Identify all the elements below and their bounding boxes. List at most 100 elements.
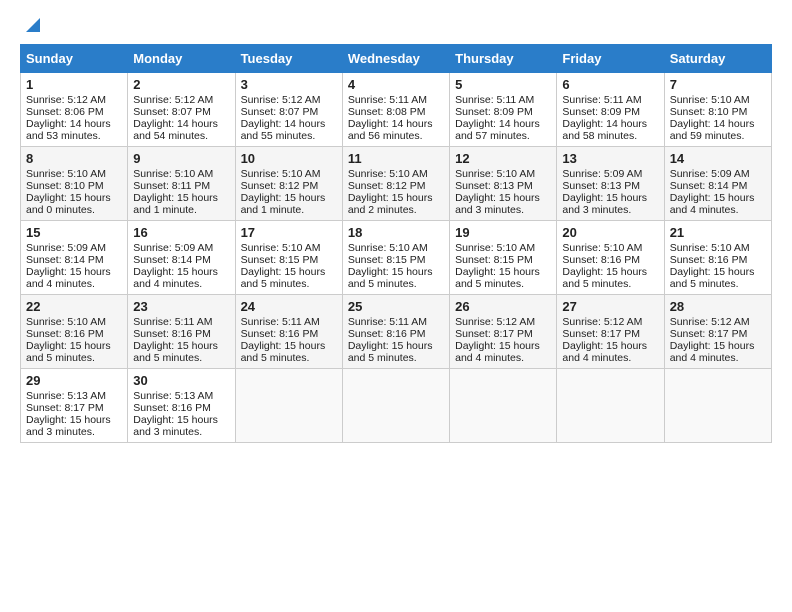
sunset-label: Sunset: 8:15 PM <box>455 254 533 266</box>
daylight-label: Daylight: 15 hours and 5 minutes. <box>26 340 111 364</box>
sunset-label: Sunset: 8:16 PM <box>562 254 640 266</box>
calendar-cell: 22 Sunrise: 5:10 AM Sunset: 8:16 PM Dayl… <box>21 295 128 369</box>
daylight-label: Daylight: 15 hours and 5 minutes. <box>348 340 433 364</box>
daylight-label: Daylight: 15 hours and 5 minutes. <box>133 340 218 364</box>
day-number: 5 <box>455 77 551 92</box>
calendar-cell: 17 Sunrise: 5:10 AM Sunset: 8:15 PM Dayl… <box>235 221 342 295</box>
sunset-label: Sunset: 8:14 PM <box>670 180 748 192</box>
sunset-label: Sunset: 8:08 PM <box>348 106 426 118</box>
calendar-cell: 12 Sunrise: 5:10 AM Sunset: 8:13 PM Dayl… <box>450 147 557 221</box>
col-header-tuesday: Tuesday <box>235 45 342 73</box>
sunrise-label: Sunrise: 5:12 AM <box>26 94 106 106</box>
calendar-cell: 29 Sunrise: 5:13 AM Sunset: 8:17 PM Dayl… <box>21 369 128 443</box>
daylight-label: Daylight: 15 hours and 4 minutes. <box>670 192 755 216</box>
calendar-cell: 24 Sunrise: 5:11 AM Sunset: 8:16 PM Dayl… <box>235 295 342 369</box>
sunset-label: Sunset: 8:15 PM <box>241 254 319 266</box>
day-number: 22 <box>26 299 122 314</box>
calendar-cell: 1 Sunrise: 5:12 AM Sunset: 8:06 PM Dayli… <box>21 73 128 147</box>
calendar-cell <box>557 369 664 443</box>
calendar-cell: 5 Sunrise: 5:11 AM Sunset: 8:09 PM Dayli… <box>450 73 557 147</box>
daylight-label: Daylight: 14 hours and 59 minutes. <box>670 118 755 142</box>
calendar-cell: 19 Sunrise: 5:10 AM Sunset: 8:15 PM Dayl… <box>450 221 557 295</box>
daylight-label: Daylight: 15 hours and 4 minutes. <box>670 340 755 364</box>
sunset-label: Sunset: 8:16 PM <box>133 328 211 340</box>
sunset-label: Sunset: 8:16 PM <box>133 402 211 414</box>
sunset-label: Sunset: 8:13 PM <box>455 180 533 192</box>
sunrise-label: Sunrise: 5:09 AM <box>26 242 106 254</box>
week-row-2: 8 Sunrise: 5:10 AM Sunset: 8:10 PM Dayli… <box>21 147 772 221</box>
sunset-label: Sunset: 8:07 PM <box>241 106 319 118</box>
sunrise-label: Sunrise: 5:10 AM <box>241 242 321 254</box>
sunset-label: Sunset: 8:17 PM <box>670 328 748 340</box>
page-header <box>20 20 772 34</box>
day-number: 8 <box>26 151 122 166</box>
calendar-cell <box>450 369 557 443</box>
sunset-label: Sunset: 8:17 PM <box>455 328 533 340</box>
daylight-label: Daylight: 15 hours and 5 minutes. <box>670 266 755 290</box>
day-number: 25 <box>348 299 444 314</box>
sunrise-label: Sunrise: 5:10 AM <box>348 168 428 180</box>
week-row-5: 29 Sunrise: 5:13 AM Sunset: 8:17 PM Dayl… <box>21 369 772 443</box>
calendar-cell: 25 Sunrise: 5:11 AM Sunset: 8:16 PM Dayl… <box>342 295 449 369</box>
day-number: 3 <box>241 77 337 92</box>
calendar-cell <box>235 369 342 443</box>
sunset-label: Sunset: 8:10 PM <box>26 180 104 192</box>
col-header-friday: Friday <box>557 45 664 73</box>
logo <box>20 20 40 34</box>
daylight-label: Daylight: 15 hours and 3 minutes. <box>26 414 111 438</box>
calendar-cell: 28 Sunrise: 5:12 AM Sunset: 8:17 PM Dayl… <box>664 295 771 369</box>
sunrise-label: Sunrise: 5:09 AM <box>670 168 750 180</box>
sunrise-label: Sunrise: 5:10 AM <box>562 242 642 254</box>
sunrise-label: Sunrise: 5:11 AM <box>348 316 427 328</box>
day-number: 12 <box>455 151 551 166</box>
day-number: 9 <box>133 151 229 166</box>
day-number: 24 <box>241 299 337 314</box>
sunset-label: Sunset: 8:16 PM <box>348 328 426 340</box>
daylight-label: Daylight: 15 hours and 3 minutes. <box>133 414 218 438</box>
calendar-cell: 11 Sunrise: 5:10 AM Sunset: 8:12 PM Dayl… <box>342 147 449 221</box>
day-number: 28 <box>670 299 766 314</box>
sunrise-label: Sunrise: 5:10 AM <box>133 168 213 180</box>
daylight-label: Daylight: 15 hours and 4 minutes. <box>133 266 218 290</box>
sunrise-label: Sunrise: 5:10 AM <box>455 168 535 180</box>
calendar-cell <box>664 369 771 443</box>
daylight-label: Daylight: 14 hours and 54 minutes. <box>133 118 218 142</box>
sunset-label: Sunset: 8:17 PM <box>26 402 104 414</box>
sunset-label: Sunset: 8:12 PM <box>348 180 426 192</box>
sunrise-label: Sunrise: 5:10 AM <box>26 316 106 328</box>
sunset-label: Sunset: 8:16 PM <box>241 328 319 340</box>
calendar-cell: 4 Sunrise: 5:11 AM Sunset: 8:08 PM Dayli… <box>342 73 449 147</box>
sunset-label: Sunset: 8:06 PM <box>26 106 104 118</box>
col-header-saturday: Saturday <box>664 45 771 73</box>
day-number: 30 <box>133 373 229 388</box>
sunrise-label: Sunrise: 5:11 AM <box>348 94 427 106</box>
logo-general <box>20 20 40 34</box>
calendar-cell: 10 Sunrise: 5:10 AM Sunset: 8:12 PM Dayl… <box>235 147 342 221</box>
daylight-label: Daylight: 15 hours and 5 minutes. <box>348 266 433 290</box>
calendar-cell: 14 Sunrise: 5:09 AM Sunset: 8:14 PM Dayl… <box>664 147 771 221</box>
calendar-cell: 27 Sunrise: 5:12 AM Sunset: 8:17 PM Dayl… <box>557 295 664 369</box>
calendar-cell: 3 Sunrise: 5:12 AM Sunset: 8:07 PM Dayli… <box>235 73 342 147</box>
sunset-label: Sunset: 8:14 PM <box>26 254 104 266</box>
day-number: 1 <box>26 77 122 92</box>
col-header-monday: Monday <box>128 45 235 73</box>
sunset-label: Sunset: 8:09 PM <box>455 106 533 118</box>
sunrise-label: Sunrise: 5:10 AM <box>455 242 535 254</box>
col-header-sunday: Sunday <box>21 45 128 73</box>
day-number: 13 <box>562 151 658 166</box>
day-number: 19 <box>455 225 551 240</box>
day-number: 14 <box>670 151 766 166</box>
daylight-label: Daylight: 15 hours and 3 minutes. <box>562 192 647 216</box>
sunset-label: Sunset: 8:09 PM <box>562 106 640 118</box>
daylight-label: Daylight: 15 hours and 4 minutes. <box>26 266 111 290</box>
sunrise-label: Sunrise: 5:12 AM <box>670 316 750 328</box>
calendar-cell: 30 Sunrise: 5:13 AM Sunset: 8:16 PM Dayl… <box>128 369 235 443</box>
daylight-label: Daylight: 15 hours and 5 minutes. <box>455 266 540 290</box>
calendar-cell: 9 Sunrise: 5:10 AM Sunset: 8:11 PM Dayli… <box>128 147 235 221</box>
calendar-cell: 21 Sunrise: 5:10 AM Sunset: 8:16 PM Dayl… <box>664 221 771 295</box>
sunset-label: Sunset: 8:14 PM <box>133 254 211 266</box>
calendar-cell <box>342 369 449 443</box>
logo-triangle-icon <box>22 16 40 34</box>
sunrise-label: Sunrise: 5:11 AM <box>562 94 641 106</box>
sunset-label: Sunset: 8:13 PM <box>562 180 640 192</box>
